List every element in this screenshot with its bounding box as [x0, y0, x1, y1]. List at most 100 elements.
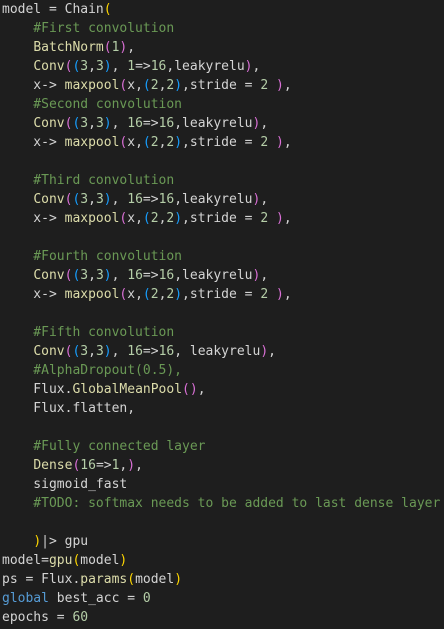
code-line[interactable]: model = Chain( — [2, 0, 444, 19]
code-line[interactable]: #Fourth convolution — [2, 247, 444, 266]
code-token-number: 2 — [150, 211, 159, 226]
code-token-func: Conv — [33, 268, 65, 283]
code-area[interactable]: model = Chain( #First convolution BatchN… — [0, 0, 444, 627]
code-token-number: 3 — [80, 59, 89, 74]
code-token-default: model= — [2, 553, 49, 568]
code-token-number: 3 — [95, 116, 104, 131]
code-token-number: 2 — [150, 287, 159, 302]
code-token-default: ,stride = — [182, 135, 261, 150]
code-line[interactable]: )|> gpu — [2, 532, 444, 551]
code-line[interactable]: #AlphaDropout(0.5), — [2, 361, 444, 380]
code-token-bracket-3: ) — [103, 116, 112, 131]
code-line[interactable]: x-> maxpool(x,(2,2),stride = 2 ), — [2, 209, 444, 228]
code-line[interactable]: Flux.GlobalMeanPool(), — [2, 380, 444, 399]
code-token-number: 16 — [127, 344, 143, 359]
code-token-func: maxpool — [64, 135, 120, 150]
code-line[interactable]: Conv((3,3), 16=>16,leakyrelu), — [2, 190, 444, 209]
code-token-func: GlobalMeanPool — [72, 382, 183, 397]
code-line[interactable]: x-> maxpool(x,(2,2),stride = 2 ), — [2, 133, 444, 152]
code-token-default: , — [283, 78, 292, 93]
code-token-comment: #TODO: softmax needs to be added to last… — [2, 496, 441, 511]
code-token-bracket-3: ( — [142, 135, 151, 150]
code-token-default: model — [135, 572, 175, 587]
code-token-comment: #AlphaDropout(0.5), — [2, 363, 183, 378]
code-token-bracket-3: ) — [174, 78, 183, 93]
code-token-default: , — [88, 344, 96, 359]
code-token-default: ,leakyrelu — [174, 192, 253, 207]
code-line[interactable]: model=gpu(model) — [2, 551, 444, 570]
code-token-default: , — [88, 116, 96, 131]
code-line[interactable]: #Fully connected layer — [2, 437, 444, 456]
code-token-comment: #Third convolution — [2, 173, 175, 188]
code-line[interactable]: Dense(16=>1,), — [2, 456, 444, 475]
code-token-number: 16 — [158, 116, 175, 131]
code-token-bracket-1: ) — [174, 572, 183, 587]
code-line[interactable] — [2, 418, 444, 437]
code-token-default: , — [111, 192, 128, 207]
code-token-default — [2, 268, 33, 283]
code-token-number: 3 — [80, 116, 89, 131]
code-token-comment: #Fourth convolution — [2, 249, 183, 264]
code-line[interactable]: Flux.flatten, — [2, 399, 444, 418]
code-token-default — [268, 78, 276, 93]
code-line[interactable]: #Second convolution — [2, 95, 444, 114]
code-token-number: 16 — [127, 192, 143, 207]
code-token-default: , — [88, 192, 96, 207]
code-line[interactable]: x-> maxpool(x,(2,2),stride = 2 ), — [2, 76, 444, 95]
code-token-keyword: global — [2, 591, 49, 606]
code-token-default: ,stride = — [182, 211, 261, 226]
code-token-bracket-2: ) — [260, 344, 269, 359]
code-line[interactable]: epochs = 60 — [2, 608, 444, 627]
code-token-number: 16 — [158, 192, 175, 207]
code-token-bracket-1: ) — [33, 534, 42, 549]
code-token-func: maxpool — [64, 211, 120, 226]
code-line[interactable]: Conv((3,3), 16=>16, leakyrelu), — [2, 342, 444, 361]
code-line[interactable]: Conv((3,3), 16=>16,leakyrelu), — [2, 114, 444, 133]
code-line[interactable]: #Third convolution — [2, 171, 444, 190]
code-token-func: Conv — [33, 116, 65, 131]
code-token-number: 3 — [95, 192, 104, 207]
code-token-number: 2 — [260, 78, 269, 93]
code-line[interactable]: #Fifth convolution — [2, 323, 444, 342]
code-token-number: 2 — [260, 135, 269, 150]
code-token-default: x-> — [2, 135, 65, 150]
code-line[interactable] — [2, 152, 444, 171]
code-line[interactable]: #First convolution — [2, 19, 444, 38]
code-token-default: model = Chain — [2, 2, 104, 17]
code-token-number: 3 — [95, 268, 104, 283]
code-token-default: |> gpu — [41, 534, 89, 549]
code-token-default: sigmoid_fast — [2, 477, 128, 492]
code-token-bracket-2: ) — [127, 458, 136, 473]
code-token-func: Conv — [33, 192, 65, 207]
code-line[interactable] — [2, 513, 444, 532]
code-line[interactable]: ps = Flux.params(model) — [2, 570, 444, 589]
code-line[interactable]: #TODO: softmax needs to be added to last… — [2, 494, 444, 513]
code-line[interactable] — [2, 228, 444, 247]
code-token-bracket-2: ) — [275, 287, 284, 302]
code-token-number: 3 — [95, 59, 104, 74]
code-line[interactable]: Conv((3,3), 1=>16,leakyrelu), — [2, 57, 444, 76]
code-token-default: , — [127, 40, 136, 55]
code-token-default: , — [260, 268, 269, 283]
code-line[interactable]: global best_acc = 0 — [2, 589, 444, 608]
code-token-number: 16 — [158, 268, 175, 283]
code-token-default — [2, 344, 33, 359]
code-token-default — [2, 116, 33, 131]
code-token-bracket-2: ( — [182, 382, 190, 397]
code-line[interactable]: BatchNorm(1), — [2, 38, 444, 57]
code-token-default: Flux.flatten, — [2, 401, 136, 416]
code-token-default: , — [283, 287, 292, 302]
code-line[interactable]: Conv((3,3), 16=>16,leakyrelu), — [2, 266, 444, 285]
code-line[interactable] — [2, 304, 444, 323]
code-line[interactable]: x-> maxpool(x,(2,2),stride = 2 ), — [2, 285, 444, 304]
code-token-default: x-> — [2, 78, 65, 93]
code-token-default: => — [142, 268, 159, 283]
code-line[interactable]: sigmoid_fast — [2, 475, 444, 494]
code-token-func: maxpool — [64, 78, 120, 93]
code-token-bracket-1: ( — [103, 2, 112, 17]
code-token-default: ,stride = — [182, 287, 261, 302]
code-editor[interactable]: model = Chain( #First convolution BatchN… — [0, 0, 444, 629]
code-token-number: 60 — [72, 610, 89, 625]
code-token-bracket-2: ) — [275, 135, 284, 150]
code-token-default: , — [283, 211, 292, 226]
